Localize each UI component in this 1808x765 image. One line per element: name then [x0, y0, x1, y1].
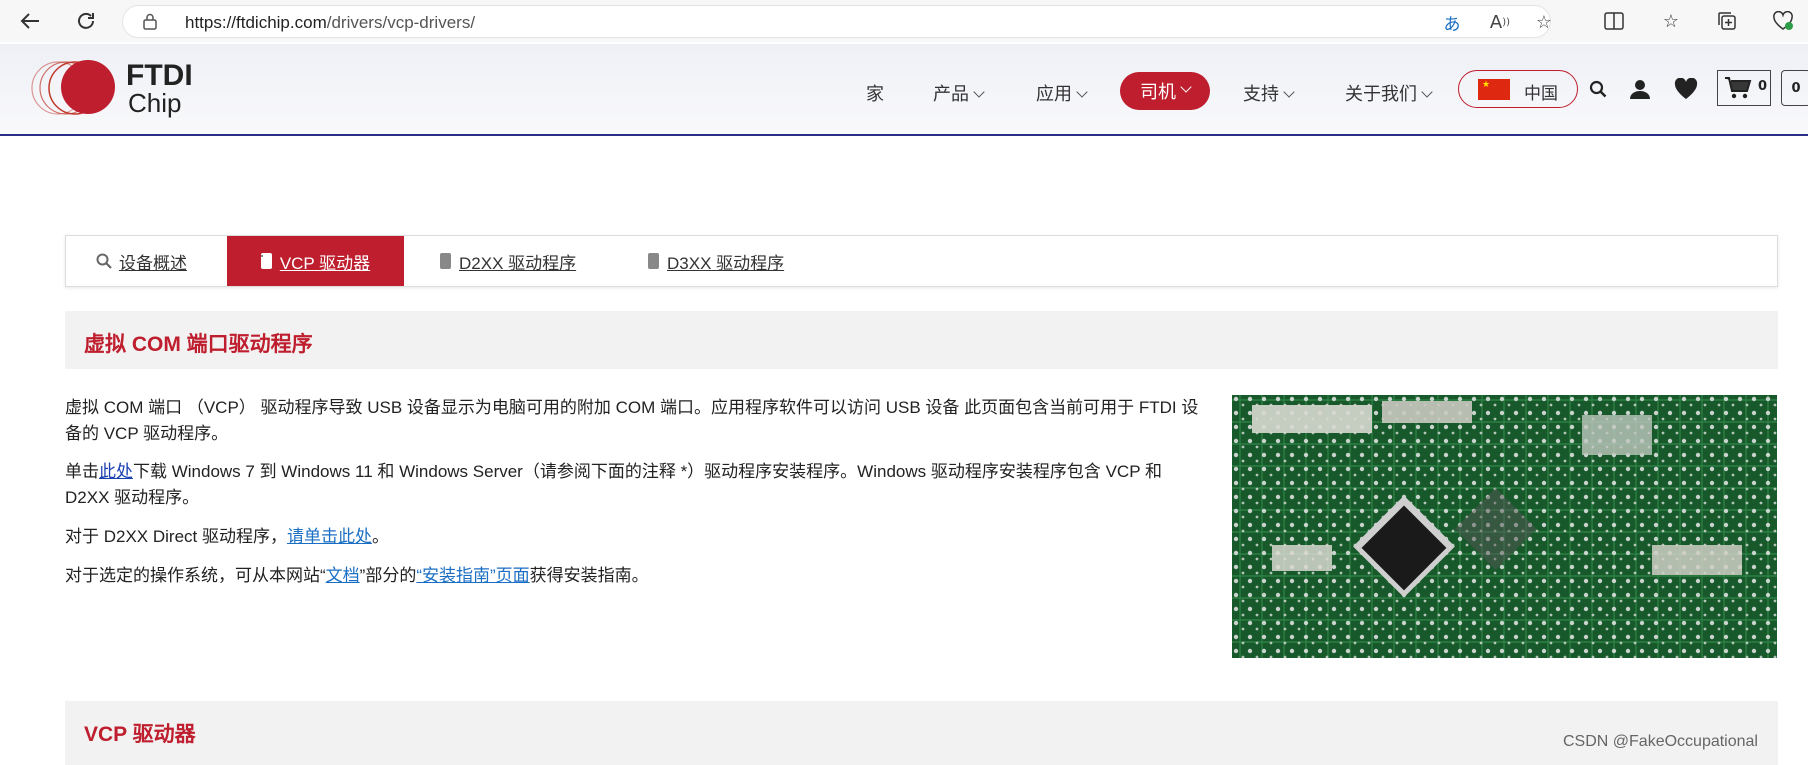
browser-toolbar: https://ftdichip.com/drivers/vcp-drivers… [0, 0, 1808, 42]
cart-button[interactable]: 0 [1717, 70, 1771, 106]
browser-essentials-icon[interactable] [1769, 9, 1797, 33]
guide-suffix: 获得安装指南。 [529, 566, 649, 585]
chevron-down-icon [1076, 86, 1088, 98]
download-prefix: 单击 [65, 462, 99, 481]
d2xx-prefix: 对于 D2XX Direct 驱动程序， [65, 527, 287, 546]
favorites-icon[interactable]: ☆ [1657, 9, 1685, 33]
section-title-vcp: 虚拟 COM 端口驱动程序 [84, 333, 313, 356]
tab-d2xx-drivers[interactable]: D2XX 驱动程序 [440, 236, 576, 286]
china-flag-icon: ★ [1478, 79, 1510, 100]
tab-d3xx-drivers-label: D3XX 驱动程序 [667, 253, 785, 273]
d2xx-link[interactable]: 请单击此处 [287, 527, 372, 546]
section-title-vcp-drivers: VCP 驱动器 [84, 723, 196, 746]
chevron-down-icon [973, 86, 985, 98]
watermark: CSDN @FakeOccupational [1563, 733, 1758, 750]
back-icon[interactable] [14, 6, 46, 36]
site-header: FTDI Chip 家 产品 应用 司机 支持 关于我们 ★ 中国 0 0 [0, 44, 1808, 136]
heart-icon[interactable] [1671, 74, 1701, 104]
circuit-board-image [1232, 395, 1777, 658]
logo-text-chip: Chip [128, 88, 181, 118]
download-here-link[interactable]: 此处 [99, 462, 133, 481]
install-guide-paragraph: 对于选定的操作系统，可从本网站“文档”部分的“安装指南”页面获得安装指南。 [65, 563, 1200, 589]
documents-link[interactable]: 文档 [326, 566, 360, 585]
d2xx-paragraph: 对于 D2XX Direct 驱动程序，请单击此处。 [65, 524, 1200, 550]
chevron-down-icon [1421, 86, 1433, 98]
chip-icon [260, 253, 272, 269]
nav-support-label: 支持 [1243, 84, 1279, 104]
tab-d3xx-drivers[interactable]: D3XX 驱动程序 [648, 236, 784, 286]
chip-icon [648, 253, 659, 269]
reload-icon[interactable] [70, 6, 102, 36]
user-icon[interactable] [1625, 74, 1655, 104]
section-header-vcp: 虚拟 COM 端口驱动程序 [65, 311, 1778, 369]
split-screen-icon[interactable] [1600, 9, 1628, 33]
read-aloud-icon[interactable]: A)) [1487, 11, 1513, 33]
section-header-vcp-drivers: VCP 驱动器 [65, 701, 1778, 765]
nav-applications-label: 应用 [1036, 84, 1072, 104]
url-text[interactable]: https://ftdichip.com/drivers/vcp-drivers… [185, 13, 475, 33]
cart-count: 0 [1758, 79, 1768, 94]
chevron-down-icon [1283, 86, 1295, 98]
guide-middle: ”部分的 [359, 566, 417, 585]
nav-products[interactable]: 产品 [933, 80, 985, 106]
search-icon[interactable] [1583, 74, 1613, 104]
tab-vcp-drivers[interactable]: VCP 驱动器 [227, 236, 404, 286]
cart-badge-count: 0 [1791, 80, 1801, 96]
guide-prefix: 对于选定的操作系统，可从本网站“ [65, 566, 326, 585]
lock-icon[interactable] [143, 13, 157, 34]
tab-vcp-drivers-label: VCP 驱动器 [279, 253, 371, 273]
nav-support[interactable]: 支持 [1243, 80, 1295, 106]
nav-drivers[interactable]: 司机 [1120, 72, 1210, 110]
tab-device-overview-label: 设备概述 [119, 253, 187, 273]
nav-products-label: 产品 [933, 84, 969, 104]
ftdi-logo[interactable]: FTDI Chip [28, 54, 198, 124]
cart-icon [1724, 76, 1752, 104]
install-guide-link[interactable]: “安装指南”页面 [416, 566, 529, 585]
country-label: 中国 [1524, 84, 1558, 104]
favorite-star-icon[interactable]: ☆ [1531, 11, 1557, 33]
search-icon [96, 253, 112, 269]
vcp-description: 虚拟 COM 端口 （VCP） 驱动程序导致 USB 设备显示为电脑可用的附加 … [65, 398, 1199, 443]
nav-drivers-label: 司机 [1140, 82, 1176, 102]
cart-count-badge[interactable]: 0 [1781, 70, 1808, 106]
chip-icon [440, 253, 451, 269]
chevron-down-icon [1180, 81, 1192, 93]
country-selector[interactable]: ★ 中国 [1458, 70, 1578, 108]
driver-tabs: 设备概述 VCP 驱动器 D2XX 驱动程序 D3XX 驱动程序 [65, 235, 1778, 287]
translate-icon[interactable]: あ [1439, 11, 1465, 35]
nav-home[interactable]: 家 [866, 80, 884, 106]
download-suffix: 下载 Windows 7 到 Windows 11 和 Windows Serv… [65, 462, 1162, 507]
download-paragraph: 单击此处下载 Windows 7 到 Windows 11 和 Windows … [65, 459, 1200, 511]
tab-d2xx-drivers-label: D2XX 驱动程序 [459, 253, 577, 273]
nav-about[interactable]: 关于我们 [1345, 80, 1433, 106]
d2xx-suffix: 。 [371, 527, 389, 546]
nav-applications[interactable]: 应用 [1036, 80, 1088, 106]
collections-icon[interactable] [1713, 9, 1741, 33]
tab-device-overview[interactable]: 设备概述 [96, 236, 187, 286]
address-bar[interactable]: https://ftdichip.com/drivers/vcp-drivers… [122, 5, 1552, 38]
nav-about-label: 关于我们 [1345, 84, 1417, 104]
